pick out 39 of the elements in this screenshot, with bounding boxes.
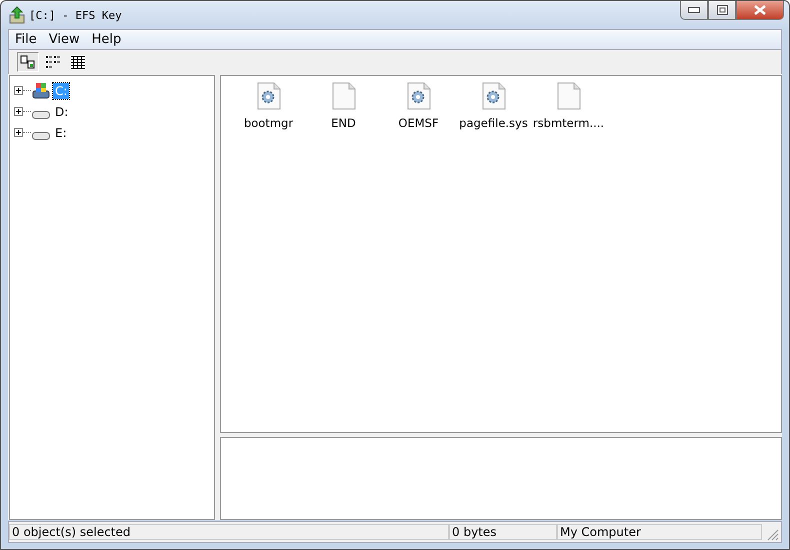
expand-icon[interactable] (14, 128, 23, 137)
file-name: END (331, 116, 356, 130)
menu-item[interactable]: File (9, 32, 43, 47)
drive-icon (32, 130, 50, 140)
close-button[interactable] (736, 1, 784, 20)
drive-icon (32, 110, 50, 120)
menu-item[interactable]: View (42, 32, 86, 47)
file-icon (556, 82, 580, 110)
menu-item[interactable]: Help (86, 32, 128, 47)
system-file-icon (256, 82, 280, 110)
directory-entry[interactable]: rsbmterm.... (531, 82, 606, 130)
file-icon (332, 82, 356, 110)
minimize-icon (688, 7, 700, 13)
status-text: 0 bytes (449, 524, 557, 540)
status-text: My Computer (557, 524, 762, 540)
file-name: rsbmterm.... (532, 116, 604, 130)
tree-item[interactable]: E: (53, 124, 69, 140)
tree-item[interactable]: D: (53, 104, 70, 120)
system-file-icon (482, 82, 506, 110)
directory-entry[interactable]: END (306, 82, 381, 130)
maximize-button[interactable] (708, 1, 736, 20)
file-name: bootmgr (244, 116, 294, 130)
system-file-icon (406, 82, 430, 110)
large-icons-view-button[interactable] (17, 52, 39, 72)
resize-grip-icon[interactable] (765, 527, 779, 541)
close-icon (754, 5, 766, 15)
directory-entry[interactable]: pagefile.sys (456, 82, 531, 130)
app-icon (9, 6, 25, 24)
window-title: [C:] - EFS Key (29, 8, 122, 22)
minimize-button[interactable] (680, 1, 708, 20)
directory-entry[interactable]: bootmgr (231, 82, 306, 130)
expand-icon[interactable] (14, 86, 23, 95)
file-name: pagefile.sys (459, 116, 528, 130)
system-drive-icon (32, 82, 50, 100)
directory-entry[interactable]: OEMSF (381, 82, 456, 130)
status-text: 0 object(s) selected (9, 524, 449, 540)
expand-icon[interactable] (14, 107, 23, 116)
maximize-icon (716, 5, 728, 15)
file-name: OEMSF (398, 116, 439, 130)
